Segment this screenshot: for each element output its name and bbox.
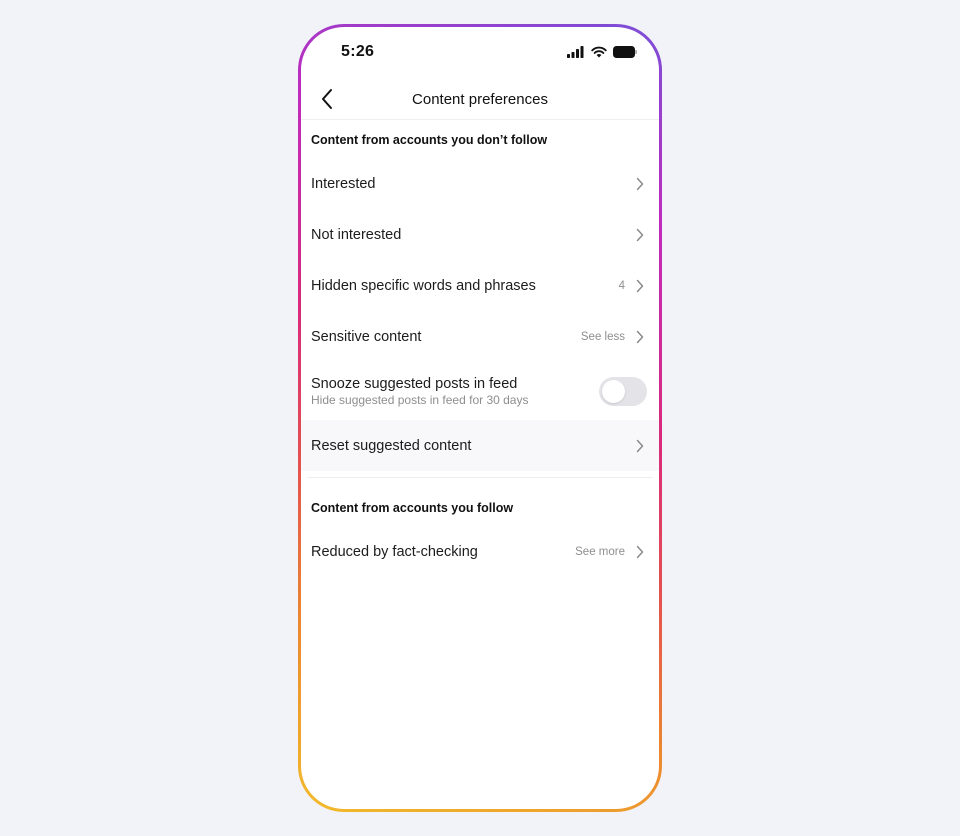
toggle-knob	[602, 379, 625, 403]
row-label: Interested	[311, 175, 376, 192]
row-label: Hidden specific words and phrases	[311, 277, 536, 294]
row-hidden-words[interactable]: Hidden specific words and phrases 4	[301, 260, 659, 311]
row-reset-suggested[interactable]: Reset suggested content	[301, 420, 659, 471]
toggle-sublabel: Hide suggested posts in feed for 30 days	[311, 392, 529, 407]
row-label: Sensitive content	[311, 328, 422, 345]
snooze-toggle[interactable]	[599, 376, 647, 406]
status-time: 5:26	[341, 43, 375, 60]
section-divider	[307, 477, 653, 478]
row-label: Reset suggested content	[311, 437, 472, 454]
sensitive-content-value: See less	[580, 330, 625, 343]
header: Content preferences	[301, 83, 659, 120]
fact-checking-value: See more	[575, 545, 625, 558]
chevron-right-icon	[635, 439, 645, 453]
page-title: Content preferences	[412, 91, 548, 108]
phone-frame: 5:26 Content preferences Content from ac…	[298, 24, 662, 812]
chevron-right-icon	[635, 545, 645, 559]
wifi-icon	[591, 45, 607, 63]
signal-icon	[567, 45, 585, 63]
battery-icon	[613, 45, 637, 63]
row-label: Reduced by fact-checking	[311, 543, 478, 560]
phone-screen: 5:26 Content preferences Content from ac…	[301, 27, 659, 809]
hidden-words-count: 4	[618, 279, 625, 292]
chevron-right-icon	[635, 228, 645, 242]
row-label: Not interested	[311, 226, 402, 243]
section-title-follow: Content from accounts you follow	[311, 501, 514, 515]
row-fact-checking[interactable]: Reduced by fact-checking See more	[301, 526, 659, 577]
chevron-right-icon	[635, 330, 645, 344]
row-interested[interactable]: Interested	[301, 158, 659, 209]
status-bar: 5:26	[301, 27, 659, 79]
section-title-dont-follow: Content from accounts you don’t follow	[311, 133, 548, 147]
chevron-right-icon	[635, 279, 645, 293]
content: Content from accounts you don’t follow I…	[301, 120, 659, 577]
row-not-interested[interactable]: Not interested	[301, 209, 659, 260]
status-icons	[567, 45, 637, 63]
row-sensitive-content[interactable]: Sensitive content See less	[301, 311, 659, 362]
toggle-text: Snooze suggested posts in feed Hide sugg…	[311, 375, 599, 408]
toggle-label: Snooze suggested posts in feed	[311, 375, 518, 392]
row-snooze-suggested: Snooze suggested posts in feed Hide sugg…	[301, 362, 659, 420]
chevron-right-icon	[635, 177, 645, 191]
